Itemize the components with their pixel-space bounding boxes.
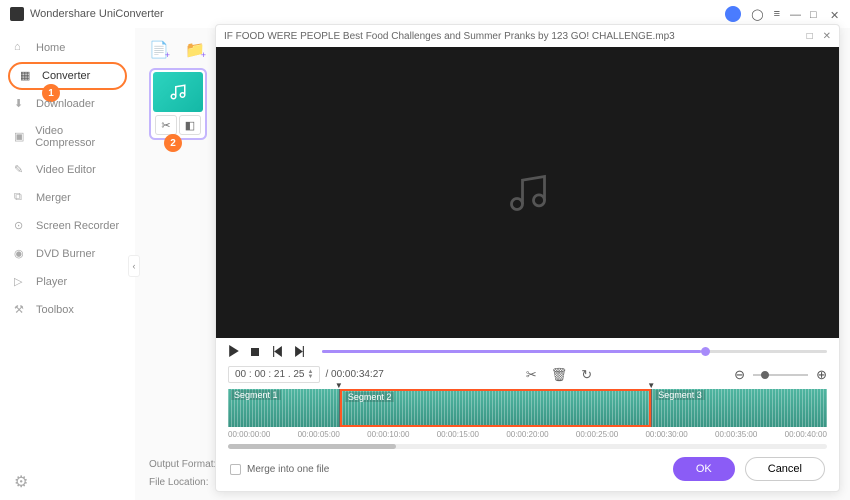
headset-icon[interactable]: ◯ — [751, 8, 763, 21]
time-current-input[interactable]: 00 : 00 : 21 . 25▲▼ — [228, 366, 320, 383]
output-format-label: Output Format: — [149, 456, 216, 474]
file-thumbnail[interactable]: ✂ 2 ◧ — [149, 68, 207, 140]
converter-icon: ▦ — [20, 69, 34, 83]
sidebar-label: Screen Recorder — [36, 220, 119, 232]
timeline[interactable]: Segment 1 Segment 2 Segment 3 00:00:00:0… — [216, 389, 839, 451]
add-file-button[interactable]: 📄+ — [149, 40, 167, 58]
segment-1[interactable]: Segment 1 — [228, 389, 339, 427]
sidebar-item-converter[interactable]: ▦Converter 1 — [8, 62, 127, 90]
sidebar-item-editor[interactable]: ✎ Video Editor — [0, 156, 135, 184]
merge-icon: ⧉ — [14, 191, 28, 205]
sidebar-label: Merger — [36, 192, 71, 204]
sidebar-item-recorder[interactable]: ⊙ Screen Recorder — [0, 212, 135, 240]
editor-maximize-icon[interactable]: □ — [807, 31, 813, 42]
collapse-sidebar-button[interactable]: ‹ — [128, 255, 140, 277]
progress-bar[interactable] — [322, 350, 827, 353]
segment-label: Segment 2 — [345, 392, 395, 402]
app-title: Wondershare UniConverter — [30, 8, 164, 20]
sidebar-item-downloader[interactable]: ⬇ Downloader — [0, 90, 135, 118]
segment-2[interactable]: Segment 2 — [340, 389, 651, 427]
home-icon: ⌂ — [14, 41, 28, 55]
time-stepper[interactable]: ▲▼ — [308, 370, 314, 380]
zoom-slider[interactable] — [753, 374, 808, 376]
reset-button[interactable]: ↻ — [581, 367, 592, 383]
crop-button[interactable]: ◧ — [179, 115, 201, 135]
sidebar-item-compressor[interactable]: ▣ Video Compressor — [0, 118, 135, 156]
sidebar: ⌂Home ▦Converter 1 ⬇Downloader ▣Video Co… — [0, 28, 135, 500]
dvd-icon: ◉ — [14, 247, 28, 261]
sidebar-item-merger[interactable]: ⧉ Merger — [0, 184, 135, 212]
close-icon[interactable]: ✕ — [830, 9, 840, 19]
zoom-in-button[interactable]: ⊕ — [816, 367, 827, 383]
segment-label: Segment 1 — [231, 390, 281, 400]
trim-button[interactable]: ✂ 2 — [155, 115, 177, 135]
merge-label: Merge into one file — [247, 464, 329, 475]
timeline-scrollbar[interactable] — [228, 444, 827, 449]
segment-label: Segment 3 — [655, 390, 705, 400]
music-note-icon — [506, 171, 550, 215]
user-avatar[interactable] — [725, 6, 741, 22]
sidebar-item-dvd[interactable]: ◉ DVD Burner — [0, 240, 135, 268]
play-icon: ▷ — [14, 275, 28, 289]
menu-icon[interactable]: ≡ — [774, 8, 780, 20]
tutorial-badge-2: 2 — [164, 134, 182, 152]
play-button[interactable] — [228, 344, 242, 358]
trim-editor-window: IF FOOD WERE PEOPLE Best Food Challenges… — [215, 24, 840, 492]
compress-icon: ▣ — [14, 130, 27, 144]
file-location-label: File Location: — [149, 474, 208, 492]
prev-button[interactable] — [272, 344, 286, 358]
music-note-icon — [169, 83, 187, 101]
app-logo-icon — [10, 7, 24, 21]
sidebar-item-home[interactable]: ⌂ Home — [0, 34, 135, 62]
delete-button[interactable]: 🗑 — [551, 367, 568, 383]
video-preview — [216, 47, 839, 338]
merge-checkbox[interactable] — [230, 464, 241, 475]
sidebar-label: Toolbox — [36, 304, 74, 316]
sidebar-label: Downloader — [36, 98, 95, 110]
maximize-icon[interactable]: □ — [810, 9, 820, 19]
edit-icon: ✎ — [14, 163, 28, 177]
stop-button[interactable] — [250, 344, 264, 358]
editor-filename: IF FOOD WERE PEOPLE Best Food Challenges… — [224, 31, 675, 42]
time-total: / 00:00:34:27 — [325, 369, 383, 380]
zoom-out-button[interactable]: ⊖ — [734, 367, 745, 383]
timeline-ticks: 00:00:00:0000:00:05:0000:00:10:0000:00:1… — [228, 427, 827, 442]
sidebar-label: DVD Burner — [36, 248, 95, 260]
sidebar-item-toolbox[interactable]: ⚒ Toolbox — [0, 296, 135, 324]
sidebar-item-player[interactable]: ▷ Player — [0, 268, 135, 296]
editor-close-icon[interactable]: ✕ — [823, 31, 831, 42]
cut-button[interactable]: ✂ — [526, 367, 537, 383]
tools-icon: ⚒ — [14, 303, 28, 317]
record-icon: ⊙ — [14, 219, 28, 233]
download-icon: ⬇ — [14, 97, 28, 111]
sidebar-label: Converter — [42, 70, 90, 82]
settings-icon[interactable]: ⚙ — [14, 472, 28, 492]
add-folder-button[interactable]: 📁+ — [185, 40, 203, 58]
sidebar-label: Video Editor — [36, 164, 96, 176]
ok-button[interactable]: OK — [673, 457, 735, 481]
sidebar-label: Home — [36, 42, 65, 54]
next-button[interactable] — [294, 344, 308, 358]
thumbnail-image — [153, 72, 203, 112]
cancel-button[interactable]: Cancel — [745, 457, 825, 481]
sidebar-label: Player — [36, 276, 67, 288]
sidebar-label: Video Compressor — [35, 125, 121, 149]
merge-option[interactable]: Merge into one file — [230, 464, 329, 475]
minimize-icon[interactable]: — — [790, 9, 800, 19]
segment-3[interactable]: Segment 3 — [652, 389, 827, 427]
